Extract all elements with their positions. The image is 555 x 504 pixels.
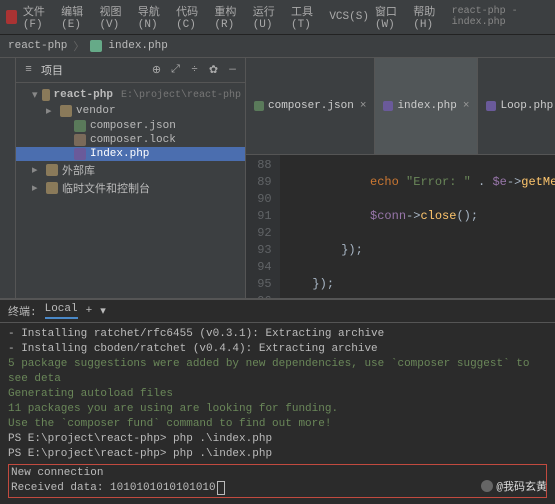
editor: composer.json× index.php× Loop.php× php事… bbox=[246, 58, 555, 298]
code-lines[interactable]: echo "Error: " . $e->getMessage() $conn-… bbox=[280, 155, 555, 298]
tree-index-php[interactable]: Index.php bbox=[16, 147, 245, 161]
tree-scratch[interactable]: ▸临时文件和控制台 bbox=[16, 179, 245, 197]
hide-icon[interactable]: — bbox=[226, 64, 239, 77]
terminal-panel: 终端: Local + ▾ - Installing ratchet/rfc64… bbox=[0, 298, 555, 502]
close-icon[interactable]: × bbox=[360, 100, 367, 112]
gutter: 888990919293949596979899100 bbox=[246, 155, 280, 298]
tree-composer-lock[interactable]: composer.lock bbox=[16, 133, 245, 147]
tree-root[interactable]: ▾react-phpE:\project\react-php bbox=[16, 87, 245, 103]
terminal-output[interactable]: - Installing ratchet/rfc6455 (v0.3.1): E… bbox=[0, 323, 555, 502]
menu-window[interactable]: 窗口(W) bbox=[375, 3, 407, 31]
project-panel: ≡ 项目 ⊕ ⤢ ÷ ✿ — ▾react-phpE:\project\reac… bbox=[16, 58, 246, 298]
breadcrumb-root[interactable]: react-php bbox=[8, 40, 67, 52]
menu-file[interactable]: 文件(F) bbox=[23, 3, 55, 31]
menu-nav[interactable]: 导航(N) bbox=[138, 3, 170, 31]
tree-vendor[interactable]: ▸vendor bbox=[16, 103, 245, 119]
menu-view[interactable]: 视图(V) bbox=[99, 3, 131, 31]
breadcrumb: react-php 〉 index.php bbox=[0, 35, 555, 58]
main-menu: 文件(F) 编辑(E) 视图(V) 导航(N) 代码(C) 重构(R) 运行(U… bbox=[0, 0, 555, 35]
menu-run[interactable]: 运行(U) bbox=[253, 3, 285, 31]
menu-code[interactable]: 代码(C) bbox=[176, 3, 208, 31]
folder-icon bbox=[42, 89, 49, 101]
collapse-icon[interactable]: ÷ bbox=[188, 64, 201, 77]
add-terminal-icon[interactable]: + bbox=[86, 305, 93, 317]
php-file-icon bbox=[486, 101, 496, 111]
project-tree: ▾react-phpE:\project\react-php ▸vendor c… bbox=[16, 83, 245, 201]
menu-vcs[interactable]: VCS(S) bbox=[329, 11, 369, 23]
terminal-dropdown-icon[interactable]: ▾ bbox=[100, 304, 106, 318]
select-open-icon[interactable]: ⊕ bbox=[150, 64, 163, 77]
library-icon bbox=[46, 164, 58, 176]
folder-icon bbox=[60, 105, 72, 117]
menu-refactor[interactable]: 重构(R) bbox=[214, 3, 246, 31]
php-file-icon bbox=[383, 101, 393, 111]
php-file-icon bbox=[90, 40, 102, 52]
menu-edit[interactable]: 编辑(E) bbox=[61, 3, 93, 31]
expand-icon[interactable]: ⤢ bbox=[169, 64, 182, 77]
project-menu-icon[interactable]: ≡ bbox=[22, 64, 35, 77]
app-logo bbox=[6, 10, 17, 24]
scratch-icon bbox=[46, 182, 58, 194]
avatar-icon bbox=[481, 480, 493, 492]
menu-tools[interactable]: 工具(T) bbox=[291, 3, 323, 31]
sidebar-strip[interactable] bbox=[0, 58, 16, 298]
close-icon[interactable]: × bbox=[463, 100, 470, 112]
breadcrumb-file[interactable]: index.php bbox=[108, 40, 167, 52]
menu-help[interactable]: 帮助(H) bbox=[413, 3, 445, 31]
terminal-tab-local[interactable]: Local bbox=[45, 303, 78, 319]
terminal-label: 终端: bbox=[8, 303, 37, 319]
watermark: @我码玄黄 bbox=[481, 478, 547, 494]
editor-tabs: composer.json× index.php× Loop.php× php事… bbox=[246, 58, 555, 155]
project-title: 项目 bbox=[41, 62, 144, 78]
php-file-icon bbox=[74, 148, 86, 160]
tab-loop[interactable]: Loop.php× bbox=[478, 58, 555, 154]
highlight-box: New connection Received data: 1010101010… bbox=[8, 464, 547, 498]
lock-file-icon bbox=[74, 134, 86, 146]
tree-composer-json[interactable]: composer.json bbox=[16, 119, 245, 133]
gear-icon[interactable]: ✿ bbox=[207, 64, 220, 77]
window-title: react-php - index.php bbox=[452, 6, 549, 28]
json-file-icon bbox=[254, 101, 264, 111]
code-area[interactable]: 888990919293949596979899100 echo "Error:… bbox=[246, 155, 555, 298]
json-file-icon bbox=[74, 120, 86, 132]
cursor bbox=[217, 481, 225, 495]
tab-index[interactable]: index.php× bbox=[375, 58, 478, 154]
tab-composer[interactable]: composer.json× bbox=[246, 58, 375, 154]
tree-external[interactable]: ▸外部库 bbox=[16, 161, 245, 179]
